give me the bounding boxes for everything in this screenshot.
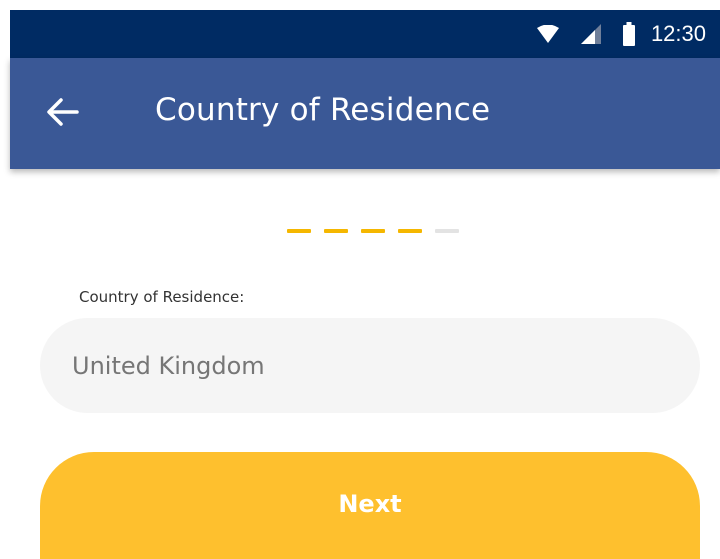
back-button[interactable]: [44, 95, 82, 133]
country-value: United Kingdom: [72, 351, 265, 380]
screen: 12:30 Country of Residence Country of Re…: [0, 0, 720, 559]
arrow-left-icon: [47, 97, 79, 131]
next-button[interactable]: Next: [40, 452, 700, 559]
status-time: 12:30: [650, 21, 706, 46]
page-title: Country of Residence: [155, 92, 491, 128]
progress-steps: [287, 229, 459, 233]
status-bar: 12:30: [10, 10, 720, 58]
progress-step: [287, 229, 311, 233]
wifi-icon: [536, 25, 559, 43]
progress-step: [361, 229, 385, 233]
progress-step: [324, 229, 348, 233]
status-icons: 12:30: [536, 10, 706, 58]
country-label: Country of Residence:: [79, 288, 245, 306]
app-bar: Country of Residence: [10, 58, 720, 169]
next-button-label: Next: [338, 489, 402, 518]
progress-step: [398, 229, 422, 233]
country-field[interactable]: United Kingdom: [40, 318, 700, 413]
progress-step: [435, 229, 459, 233]
signal-icon: [580, 24, 601, 44]
battery-icon: [622, 22, 635, 46]
